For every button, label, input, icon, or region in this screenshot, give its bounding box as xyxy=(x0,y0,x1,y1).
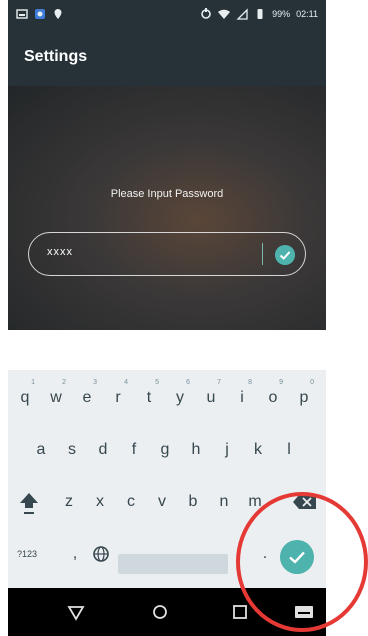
confirm-check-icon[interactable] xyxy=(275,245,295,265)
key-label: e xyxy=(82,389,92,406)
password-field[interactable]: xxxx xyxy=(28,232,306,276)
sim-icon xyxy=(236,8,248,20)
image-icon xyxy=(16,9,28,19)
battery-percent: 99% xyxy=(272,9,291,19)
key-hint: 9 xyxy=(279,379,283,386)
key-hint: 4 xyxy=(124,379,128,386)
key-label: p xyxy=(299,389,309,406)
key-hint: 5 xyxy=(155,379,159,386)
key-hint: 1 xyxy=(31,379,35,386)
key-u[interactable]: 7u xyxy=(198,379,224,416)
key-f[interactable]: f xyxy=(121,432,147,468)
key-label: t xyxy=(146,389,152,406)
page-title: Settings xyxy=(24,48,88,65)
back-icon[interactable] xyxy=(64,600,88,624)
navigation-bar xyxy=(8,588,326,636)
key-k[interactable]: k xyxy=(245,432,271,468)
soft-keyboard: 1q 2w 3e 4r 5t 6y 7u 8i 9o 0p a s d f g … xyxy=(8,370,326,588)
comma-key[interactable]: , xyxy=(62,536,88,572)
key-p[interactable]: 0p xyxy=(291,379,317,416)
key-c[interactable]: c xyxy=(118,484,144,520)
key-hint: 7 xyxy=(217,379,221,386)
key-o[interactable]: 9o xyxy=(260,379,286,416)
key-hint: 8 xyxy=(248,379,252,386)
key-d[interactable]: d xyxy=(90,432,116,468)
key-l[interactable]: l xyxy=(276,432,302,468)
key-w[interactable]: 2w xyxy=(43,379,69,416)
key-y[interactable]: 6y xyxy=(167,379,193,416)
clock: 02:11 xyxy=(296,9,318,19)
status-bar: 99% 02:11 xyxy=(8,0,326,30)
backspace-icon[interactable] xyxy=(290,484,320,520)
key-g[interactable]: g xyxy=(152,432,178,468)
key-t[interactable]: 5t xyxy=(136,379,162,416)
enter-check-icon[interactable] xyxy=(280,540,314,574)
status-left xyxy=(16,8,64,20)
sync-icon xyxy=(201,8,211,19)
keyboard-switch-icon[interactable] xyxy=(292,600,316,624)
app-bar: Settings xyxy=(8,30,326,86)
key-label: w xyxy=(50,389,62,406)
home-icon[interactable] xyxy=(148,600,172,624)
key-i[interactable]: 8i xyxy=(229,379,255,416)
key-hint: 2 xyxy=(62,379,66,386)
key-hint: 3 xyxy=(93,379,97,386)
globe-icon[interactable] xyxy=(86,536,116,572)
recents-icon[interactable] xyxy=(228,600,252,624)
key-hint: 6 xyxy=(186,379,190,386)
keyboard-row-2: a s d f g h j k l xyxy=(8,432,326,472)
symbols-key[interactable]: ?123 xyxy=(10,536,44,572)
keyboard-row-3: z x c v b n m xyxy=(8,484,326,524)
password-screen: Please Input Password xxxx xyxy=(8,86,326,330)
phone-screen: 99% 02:11 Settings Please Input Password… xyxy=(8,0,326,636)
status-right: 99% 02:11 xyxy=(200,8,318,20)
key-s[interactable]: s xyxy=(59,432,85,468)
key-x[interactable]: x xyxy=(87,484,113,520)
key-label: r xyxy=(115,389,121,406)
key-a[interactable]: a xyxy=(28,432,54,468)
period-key[interactable]: . xyxy=(252,536,278,572)
password-prompt: Please Input Password xyxy=(110,188,224,200)
space-bar[interactable] xyxy=(118,554,228,574)
key-hint: 0 xyxy=(310,379,314,386)
battery-icon xyxy=(257,9,263,19)
key-label: y xyxy=(176,389,184,406)
key-j[interactable]: j xyxy=(214,432,240,468)
location-pin-icon xyxy=(54,9,62,19)
key-z[interactable]: z xyxy=(56,484,82,520)
key-label: u xyxy=(206,389,216,406)
key-label: q xyxy=(20,389,30,406)
keyboard-row-1: 1q 2w 3e 4r 5t 6y 7u 8i 9o 0p xyxy=(8,379,326,420)
key-label: o xyxy=(268,389,278,406)
key-m[interactable]: m xyxy=(242,484,268,520)
password-value: xxxx xyxy=(47,246,73,258)
wifi-icon xyxy=(218,9,231,19)
key-e[interactable]: 3e xyxy=(74,379,100,416)
field-divider xyxy=(262,243,263,265)
key-label: i xyxy=(240,389,244,406)
app-icon xyxy=(35,9,45,19)
key-q[interactable]: 1q xyxy=(12,379,38,416)
key-b[interactable]: b xyxy=(180,484,206,520)
key-h[interactable]: h xyxy=(183,432,209,468)
key-r[interactable]: 4r xyxy=(105,379,131,416)
shift-icon[interactable] xyxy=(14,484,44,520)
key-n[interactable]: n xyxy=(211,484,237,520)
key-v[interactable]: v xyxy=(149,484,175,520)
